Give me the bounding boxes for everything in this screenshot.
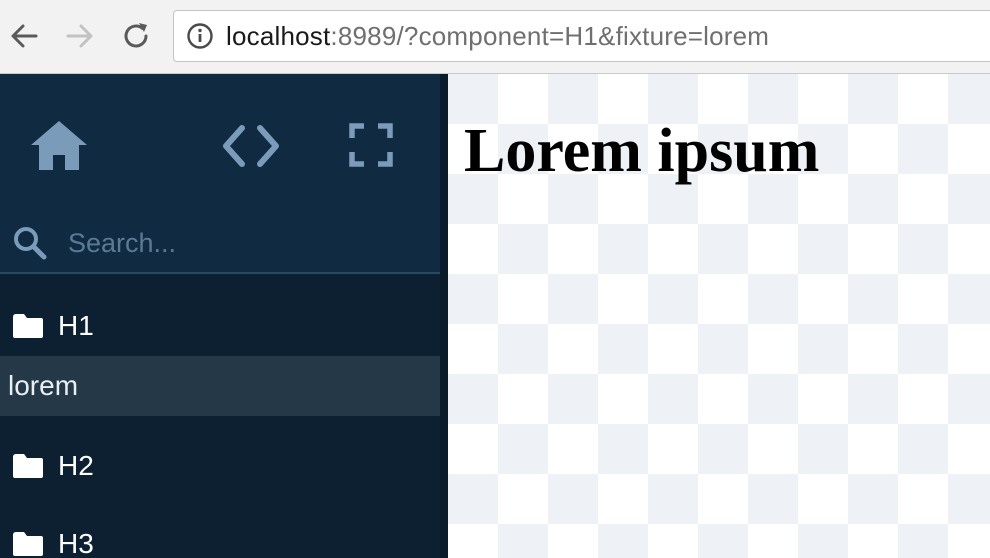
fullscreen-icon xyxy=(349,123,393,167)
browser-toolbar: localhost:8989/?component=H1&fixture=lor… xyxy=(0,0,990,74)
code-toggle-button[interactable] xyxy=(216,118,286,174)
component-preview: Lorem ipsum xyxy=(448,74,990,558)
code-icon xyxy=(223,125,279,167)
back-button[interactable] xyxy=(6,18,42,54)
tree-fixture-lorem[interactable]: lorem xyxy=(0,356,440,416)
tree-folder-h1[interactable]: H1 xyxy=(0,296,440,356)
preview-heading: Lorem ipsum xyxy=(464,117,820,185)
folder-icon xyxy=(10,529,46,558)
tree-folder-h2[interactable]: H2 xyxy=(0,436,440,496)
reload-icon xyxy=(124,23,148,48)
forward-button[interactable] xyxy=(62,18,98,54)
tree-folder-h3[interactable]: H3 xyxy=(0,514,440,558)
tree-fixture-label: lorem xyxy=(8,370,79,401)
fullscreen-button[interactable] xyxy=(344,118,398,172)
search-input[interactable] xyxy=(66,226,420,260)
url-host: localhost xyxy=(226,20,331,51)
tree-folder-label: H2 xyxy=(58,450,94,481)
info-icon[interactable] xyxy=(186,22,214,50)
sidebar-header xyxy=(0,74,440,274)
folder-icon xyxy=(10,451,46,481)
url-path: :8989/?component=H1&fixture=lorem xyxy=(330,20,770,51)
sidebar-resize-handle[interactable] xyxy=(440,74,448,558)
home-button[interactable] xyxy=(26,114,92,176)
address-bar[interactable]: localhost:8989/?component=H1&fixture=lor… xyxy=(173,10,990,62)
tree-folder-label: H3 xyxy=(58,528,94,558)
folder-icon xyxy=(10,311,46,341)
sidebar: H1 lorem H2 H3 xyxy=(0,74,440,558)
home-icon xyxy=(31,121,87,170)
url-text: localhost:8989/?component=H1&fixture=lor… xyxy=(226,21,769,52)
search-bar xyxy=(0,214,440,272)
arrow-left-icon xyxy=(11,24,38,48)
search-icon xyxy=(10,223,50,263)
reload-button[interactable] xyxy=(118,18,154,54)
arrow-right-icon xyxy=(66,24,93,48)
tree-folder-label: H1 xyxy=(58,310,94,341)
